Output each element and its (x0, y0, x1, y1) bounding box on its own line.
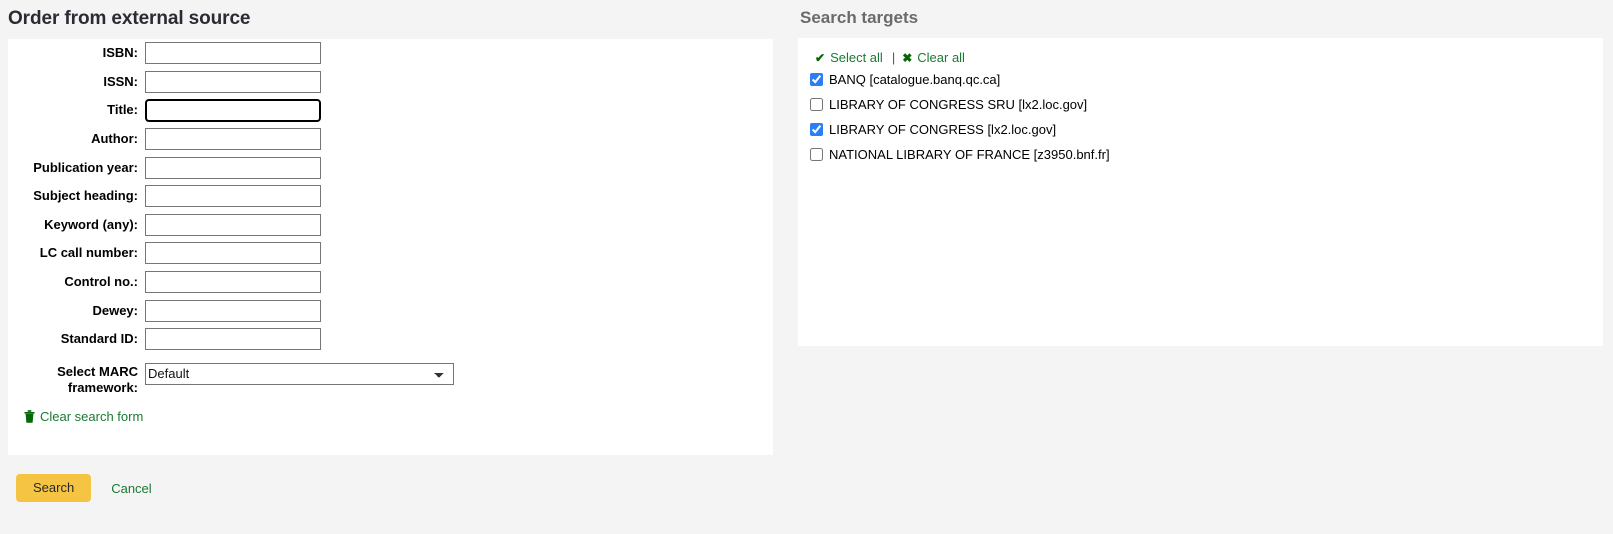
search-target-checkbox[interactable] (810, 98, 823, 111)
page-title: Order from external source (8, 8, 251, 29)
toolbar-separator: | (891, 50, 896, 65)
search-targets-list: BANQ [catalogue.banq.qc.ca] LIBRARY OF CO… (810, 67, 1603, 167)
dewey-input[interactable] (145, 299, 321, 322)
search-targets-title: Search targets (800, 8, 919, 27)
check-icon: ✔ (815, 50, 826, 65)
form-action-bar: Search Cancel (16, 474, 158, 503)
search-target-label[interactable]: NATIONAL LIBRARY OF FRANCE [z3950.bnf.fr… (829, 148, 1110, 161)
field-label-lc-call-number: LC call number: (39, 245, 138, 261)
field-row-subject-heading: Subject heading: (8, 182, 773, 211)
marc-framework-row: Select MARC framework: Default (8, 362, 773, 396)
trash-icon (24, 409, 35, 423)
issn-input[interactable] (145, 70, 321, 93)
clear-all-link[interactable]: ✖ Clear all (902, 50, 965, 65)
field-row-title: Title: (8, 96, 773, 125)
field-label-isbn: ISBN: (102, 45, 138, 61)
cross-icon: ✖ (902, 50, 913, 65)
author-input[interactable] (145, 128, 321, 151)
search-target-checkbox[interactable] (810, 148, 823, 161)
isbn-input[interactable] (145, 42, 321, 65)
search-target-row: BANQ [catalogue.banq.qc.ca] (810, 67, 1603, 92)
field-label-dewey: Dewey: (92, 302, 138, 318)
field-row-author: Author: (8, 125, 773, 154)
search-target-row: NATIONAL LIBRARY OF FRANCE [z3950.bnf.fr… (810, 142, 1603, 167)
field-label-subject-heading: Subject heading: (33, 188, 138, 204)
field-row-lc-call-number: LC call number: (8, 239, 773, 268)
search-target-row: LIBRARY OF CONGRESS [lx2.loc.gov] (810, 117, 1603, 142)
search-button[interactable]: Search (16, 474, 92, 503)
field-label-control-no: Control no.: (64, 273, 138, 289)
search-fields-list: ISBN: ISSN: Title: Author: Publication year:… (8, 39, 773, 354)
field-row-issn: ISSN: (8, 68, 773, 97)
clear-all-label: Clear all (917, 50, 965, 65)
marc-framework-select[interactable]: Default (145, 362, 454, 385)
field-row-dewey: Dewey: (8, 296, 773, 325)
standard-id-input[interactable] (145, 328, 321, 351)
select-all-link[interactable]: ✔ Select all (815, 50, 883, 65)
field-row-publication-year: Publication year: (8, 153, 773, 182)
search-target-label[interactable]: LIBRARY OF CONGRESS [lx2.loc.gov] (829, 123, 1056, 136)
field-row-standard-id: Standard ID: (8, 325, 773, 354)
title-input[interactable] (145, 98, 321, 122)
search-targets-column: Search targets ✔ Select all | ✖ Clear al… (798, 0, 1613, 534)
keyword-any-input[interactable] (145, 213, 321, 236)
field-row-control-no: Control no.: (8, 268, 773, 297)
search-target-checkbox[interactable] (810, 123, 823, 136)
select-all-label: Select all (830, 50, 883, 65)
search-targets-panel: ✔ Select all | ✖ Clear all BANQ [catalog… (798, 38, 1603, 346)
field-label-title: Title: (107, 102, 138, 118)
field-label-standard-id: Standard ID: (60, 331, 138, 347)
search-targets-toolbar: ✔ Select all | ✖ Clear all (810, 48, 1603, 67)
control-no-input[interactable] (145, 271, 321, 294)
field-label-keyword-any: Keyword (any): (44, 216, 138, 232)
search-form-panel: ISBN: ISSN: Title: Author: Publication year:… (8, 39, 773, 455)
clear-search-form-label: Clear search form (40, 408, 144, 424)
field-row-keyword-any: Keyword (any): (8, 211, 773, 240)
field-label-author: Author: (91, 130, 138, 146)
field-row-isbn: ISBN: (8, 39, 773, 68)
search-target-checkbox[interactable] (810, 73, 823, 86)
marc-framework-label: Select MARC framework: (57, 363, 138, 395)
search-target-label[interactable]: LIBRARY OF CONGRESS SRU [lx2.loc.gov] (829, 98, 1087, 111)
subject-heading-input[interactable] (145, 185, 321, 208)
search-target-row: LIBRARY OF CONGRESS SRU [lx2.loc.gov] (810, 92, 1603, 117)
field-label-publication-year: Publication year: (33, 159, 138, 175)
publication-year-input[interactable] (145, 156, 321, 179)
clear-search-form-link[interactable]: Clear search form (8, 409, 143, 424)
cancel-link[interactable]: Cancel (105, 475, 157, 502)
order-form-column: Order from external source ISBN: ISSN: Tit… (0, 0, 795, 534)
lc-call-number-input[interactable] (145, 242, 321, 265)
field-label-issn: ISSN: (103, 73, 138, 89)
search-target-label[interactable]: BANQ [catalogue.banq.qc.ca] (829, 73, 1000, 86)
